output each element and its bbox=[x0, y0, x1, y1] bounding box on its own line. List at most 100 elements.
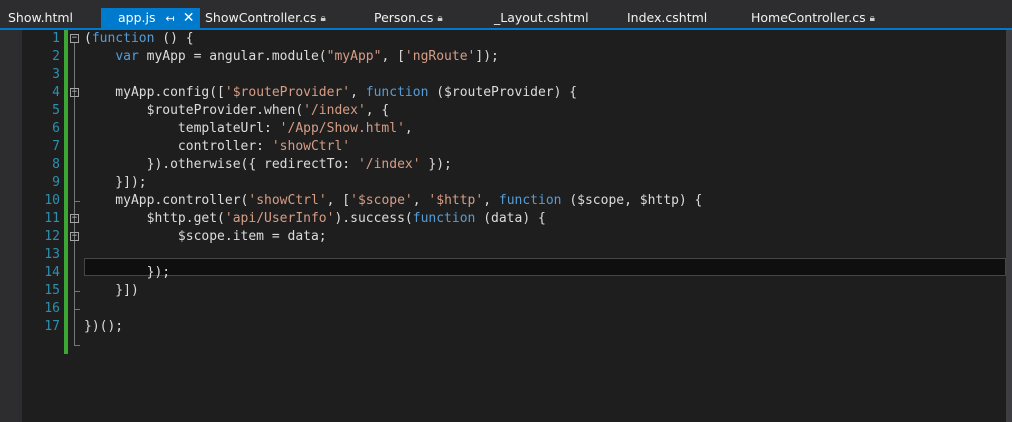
string-token: '/App/Show.html' bbox=[279, 121, 405, 136]
code-token: }]); bbox=[84, 175, 147, 190]
code-line[interactable]: $routeProvider.when('/index', { bbox=[84, 102, 390, 120]
string-token: '$http' bbox=[428, 193, 484, 208]
line-number: 10 bbox=[44, 193, 60, 208]
code-token: }]) bbox=[84, 283, 139, 298]
code-token: , bbox=[404, 121, 413, 136]
tab-show-html[interactable]: Show.html bbox=[8, 8, 73, 28]
code-line[interactable]: controller: 'showCtrl' bbox=[84, 138, 350, 156]
code-line[interactable]: $http.get('api/UserInfo').success(functi… bbox=[84, 210, 546, 228]
code-token: myApp = angular.module( bbox=[138, 49, 327, 64]
editor-margin bbox=[0, 30, 22, 422]
document-tab-bar: Show.html app.js ↤ ✕ ShowController.cs 🔒︎ P… bbox=[0, 0, 1012, 30]
string-token: "myApp" bbox=[326, 49, 382, 64]
fold-guide-end bbox=[74, 309, 80, 310]
code-token: , bbox=[350, 85, 366, 100]
tab-app-js[interactable]: app.js ↤ ✕ bbox=[101, 8, 201, 29]
string-token: 'api/UserInfo' bbox=[224, 211, 335, 226]
tab-label: _Layout.cshtml bbox=[494, 10, 589, 25]
code-token: myApp.controller( bbox=[84, 193, 249, 208]
code-line[interactable]: }); bbox=[84, 264, 170, 282]
code-token: ($routeProvider) { bbox=[428, 85, 578, 100]
code-token: myApp.config([ bbox=[84, 85, 225, 100]
string-token: '/index' bbox=[357, 157, 421, 172]
line-number: 12 bbox=[44, 229, 60, 244]
code-token: ($scope, $http) { bbox=[561, 193, 703, 208]
code-token: controller: bbox=[84, 139, 272, 154]
fold-guide bbox=[74, 97, 75, 201]
fold-guide bbox=[74, 241, 75, 291]
code-line[interactable]: myApp.config(['$routeProvider', function… bbox=[84, 84, 577, 102]
code-line[interactable]: var myApp = angular.module("myApp", ['ng… bbox=[84, 48, 499, 66]
line-number: 9 bbox=[52, 175, 60, 190]
tab-label: app.js bbox=[118, 10, 156, 25]
tab-label: Person.cs bbox=[374, 10, 434, 25]
tab-showcontroller-cs[interactable]: ShowController.cs 🔒︎ bbox=[205, 8, 326, 28]
code-token: , bbox=[412, 193, 429, 208]
fold-guide-end bbox=[74, 201, 80, 202]
tab-homecontroller-cs[interactable]: HomeController.cs 🔒︎ bbox=[751, 8, 875, 28]
change-tracking-bar bbox=[64, 30, 68, 354]
line-number: 6 bbox=[52, 121, 60, 136]
code-token: , [ bbox=[326, 193, 351, 208]
tab-layout-cshtml[interactable]: _Layout.cshtml bbox=[494, 8, 589, 28]
string-token: 'ngRoute' bbox=[404, 49, 476, 64]
code-editor[interactable]: 1 2 3 4 5 6 7 8 9 10 11 12 13 14 15 16 17 − − − − (funct… bbox=[0, 30, 1012, 422]
line-number: 17 bbox=[44, 319, 60, 334]
code-token: }); bbox=[420, 157, 452, 172]
vertical-scrollbar[interactable] bbox=[1006, 30, 1012, 422]
code-token: ).success( bbox=[334, 211, 413, 226]
code-line[interactable]: }).otherwise({ redirectTo: '/index' }); bbox=[84, 156, 452, 174]
line-number: 13 bbox=[44, 247, 60, 262]
code-line[interactable]: }]) bbox=[84, 282, 139, 300]
fold-icon[interactable]: − bbox=[70, 232, 79, 241]
line-number-gutter: 1 2 3 4 5 6 7 8 9 10 11 12 13 14 15 16 17 bbox=[22, 30, 64, 422]
pin-icon[interactable]: ↤ bbox=[166, 9, 175, 29]
string-token: '/index' bbox=[303, 103, 366, 118]
code-token: ]); bbox=[475, 49, 499, 64]
line-number: 11 bbox=[44, 211, 60, 226]
keyword-token: function bbox=[365, 85, 429, 100]
code-token: }).otherwise({ redirectTo: bbox=[84, 157, 358, 172]
line-number: 4 bbox=[52, 85, 60, 100]
code-token: , { bbox=[365, 103, 390, 118]
lock-icon: 🔒︎ bbox=[320, 13, 326, 24]
code-line[interactable]: $scope.item = data; bbox=[84, 228, 327, 246]
line-number: 3 bbox=[52, 67, 60, 82]
code-token: () { bbox=[154, 31, 194, 46]
code-line[interactable]: myApp.controller('showCtrl', ['$scope', … bbox=[84, 192, 702, 210]
code-token: , bbox=[483, 193, 499, 208]
keyword-token: var bbox=[115, 49, 139, 64]
line-number: 14 bbox=[44, 265, 60, 280]
line-number: 7 bbox=[52, 139, 60, 154]
code-token: $routeProvider.when( bbox=[84, 103, 304, 118]
lock-icon: 🔒︎ bbox=[437, 13, 443, 24]
fold-icon[interactable]: − bbox=[70, 34, 79, 43]
code-line[interactable]: (function () { bbox=[84, 30, 194, 48]
code-line[interactable]: }]); bbox=[84, 174, 147, 192]
tab-label: Show.html bbox=[8, 10, 74, 25]
tab-label: HomeController.cs bbox=[751, 10, 866, 25]
code-line[interactable]: templateUrl: '/App/Show.html', bbox=[84, 120, 413, 138]
line-number: 15 bbox=[44, 283, 60, 298]
fold-icon[interactable]: − bbox=[70, 88, 79, 97]
fold-icon[interactable]: − bbox=[70, 214, 79, 223]
code-token: $scope.item = data; bbox=[84, 229, 327, 244]
code-text-area[interactable]: (function () { var myApp = angular.modul… bbox=[84, 30, 1012, 422]
code-token: , [ bbox=[381, 49, 405, 64]
code-line[interactable]: })(); bbox=[84, 318, 123, 336]
line-number: 1 bbox=[52, 31, 60, 46]
code-token: (data) { bbox=[475, 211, 546, 226]
line-number: 8 bbox=[52, 157, 60, 172]
line-number: 2 bbox=[52, 49, 60, 64]
tab-person-cs[interactable]: Person.cs 🔒︎ bbox=[374, 8, 443, 28]
code-token: ( bbox=[84, 31, 92, 46]
tab-index-cshtml[interactable]: Index.cshtml bbox=[627, 8, 707, 28]
close-icon[interactable]: ✕ bbox=[183, 8, 195, 28]
editor-window: Show.html app.js ↤ ✕ ShowController.cs 🔒︎ P… bbox=[0, 0, 1012, 422]
code-token: templateUrl: bbox=[84, 121, 280, 136]
line-number: 16 bbox=[44, 301, 60, 316]
fold-guide-end bbox=[74, 345, 80, 346]
code-token: })(); bbox=[84, 319, 124, 334]
keyword-token: function bbox=[412, 211, 476, 226]
